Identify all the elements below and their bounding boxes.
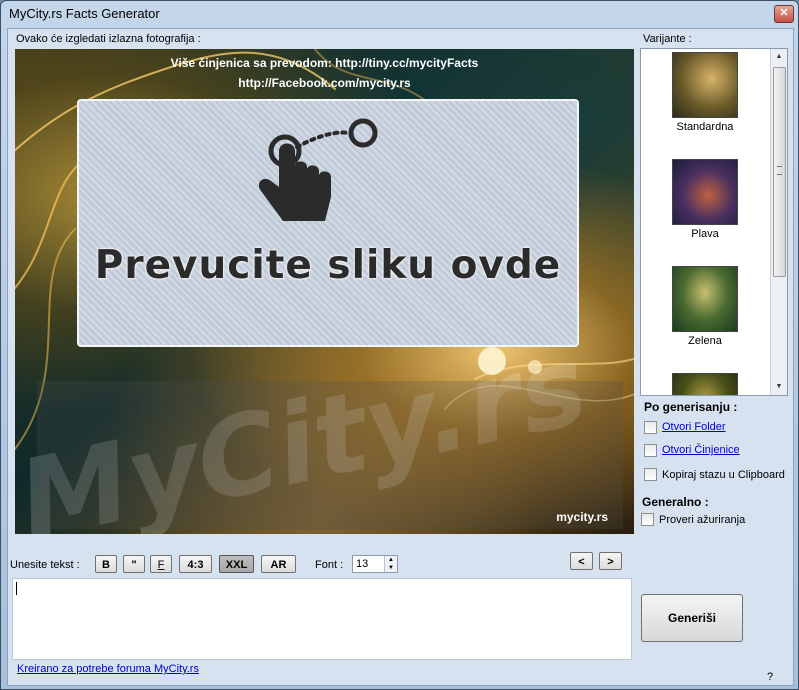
preview-header-line1: Više činjenica sa prevodom: http://tiny.… [170, 56, 479, 70]
variant-standard[interactable]: Standardna [641, 52, 769, 133]
check-updates-label: Proveri ažuriranja [659, 514, 746, 526]
variant-label: Plava [691, 228, 719, 240]
quote-button[interactable]: " [123, 555, 145, 573]
general-title: Generalno : [642, 495, 709, 509]
preview-header-line2: http://Facebook.com/mycity.rs [238, 76, 411, 90]
preview-image: Više činjenica sa prevodom: http://tiny.… [15, 49, 634, 534]
drop-zone-text: Prevucite sliku ovde [94, 243, 562, 288]
scroll-down-icon[interactable]: ▼ [771, 379, 787, 395]
variant-label: Zelena [688, 335, 722, 347]
fact-text-input[interactable] [12, 578, 632, 660]
font-button[interactable]: F [150, 555, 172, 573]
variants-label: Varijante : [643, 33, 692, 45]
open-folder-link[interactable]: Otvori Folder [662, 421, 726, 433]
font-size-value[interactable]: 13 [356, 558, 368, 570]
ar-button[interactable]: AR [261, 555, 296, 573]
drag-hand-icon [258, 118, 378, 221]
scrollbar-thumb[interactable] [773, 67, 786, 277]
app-window: MyCity.rs Facts Generator ✕ Ovako će izg… [0, 0, 799, 690]
variants-scrollbar[interactable]: ▲ ▼ [770, 49, 787, 395]
preview-brand-text: mycity.rs [556, 510, 608, 524]
window-title: MyCity.rs Facts Generator [9, 6, 160, 21]
help-icon[interactable]: ? [767, 671, 773, 683]
scroll-up-icon[interactable]: ▲ [771, 49, 787, 65]
copy-path-label: Kopiraj stazu u Clipboard [662, 469, 785, 481]
after-generate-title: Po generisanju : [644, 400, 738, 414]
variant-fourth[interactable] [641, 373, 769, 395]
text-input-label: Unesite tekst : [10, 559, 80, 571]
previous-button[interactable]: < [570, 552, 593, 570]
image-drop-zone[interactable]: Prevucite sliku ovde [77, 99, 579, 347]
xxl-button[interactable]: XXL [219, 555, 254, 573]
variants-list[interactable]: Standardna Plava Zelena ▲ ▼ [640, 48, 788, 396]
open-folder-checkbox[interactable] [644, 421, 657, 434]
variant-thumbnail[interactable] [672, 52, 738, 118]
variant-thumbnail[interactable] [672, 266, 738, 332]
grip-icon [777, 166, 782, 175]
variant-thumbnail[interactable] [672, 159, 738, 225]
copy-path-checkbox[interactable] [644, 468, 657, 481]
check-updates-checkbox[interactable] [641, 513, 654, 526]
variant-thumbnail[interactable] [672, 373, 738, 395]
close-button[interactable]: ✕ [774, 5, 794, 23]
variant-green[interactable]: Zelena [641, 266, 769, 347]
stepper-arrows-icon[interactable]: ▲ ▼ [384, 556, 397, 572]
variant-blue[interactable]: Plava [641, 159, 769, 240]
font-size-label: Font : [315, 559, 344, 571]
font-size-stepper[interactable]: 13 ▲ ▼ [352, 555, 398, 573]
bold-button[interactable]: B [95, 555, 117, 573]
generate-button[interactable]: Generiši [641, 594, 743, 642]
open-fact-link[interactable]: Otvori Činjenice [662, 444, 740, 456]
close-icon[interactable]: ✕ [779, 7, 788, 19]
fact-text-box [37, 381, 623, 529]
forum-link[interactable]: Kreirano za potrebe foruma MyCity.rs [17, 663, 199, 675]
preview-label: Ovako će izgledati izlazna fotografija : [16, 33, 201, 45]
main-panel: Ovako će izgledati izlazna fotografija :… [7, 28, 794, 686]
text-caret [16, 582, 17, 595]
variant-label: Standardna [676, 121, 734, 133]
next-button[interactable]: > [599, 552, 622, 570]
open-fact-checkbox[interactable] [644, 444, 657, 457]
ratio-button[interactable]: 4:3 [179, 555, 212, 573]
title-bar: MyCity.rs Facts Generator ✕ [1, 1, 798, 27]
